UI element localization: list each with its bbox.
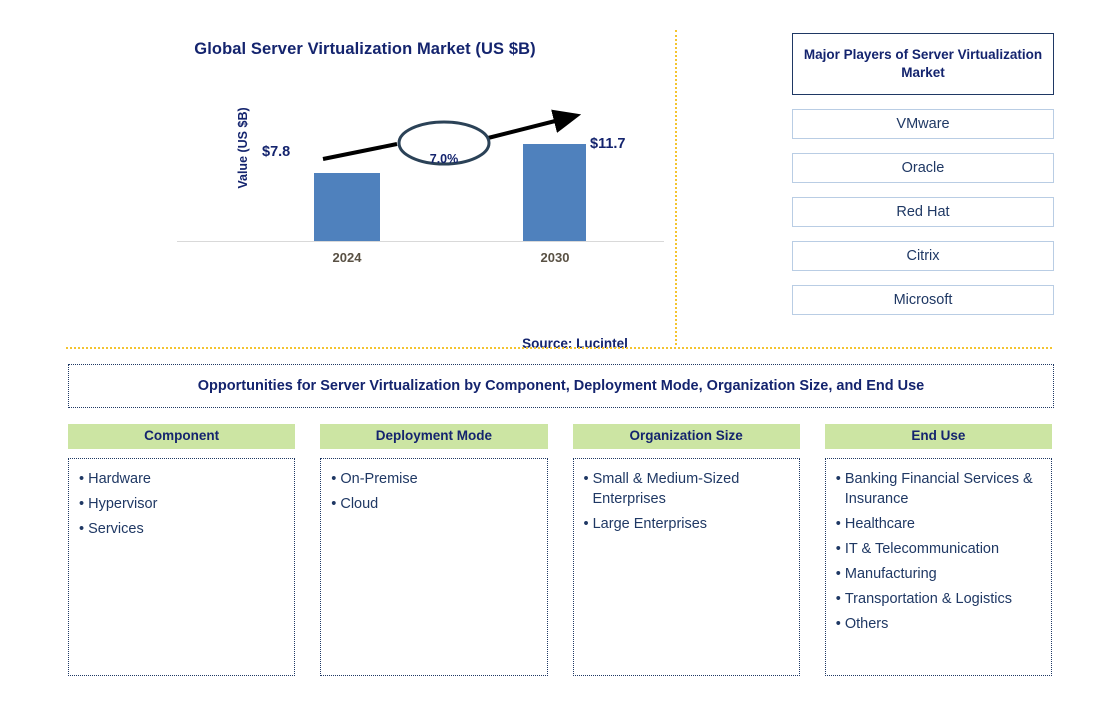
- major-players-header: Major Players of Server Virtualization M…: [792, 33, 1054, 96]
- growth-arrow-graphic: [322, 109, 582, 166]
- growth-arrow-segment-right: [487, 109, 582, 140]
- category-body-organization-size: Small & Medium-Sized Enterprises Large E…: [572, 458, 800, 676]
- category-header-end-use: End Use: [824, 424, 1052, 449]
- list-item: On-Premise: [331, 469, 536, 489]
- x-tick-label-2030: 2030: [540, 250, 570, 265]
- opportunities-banner: Opportunities for Server Virtualization …: [68, 364, 1054, 408]
- category-body-deployment-mode: On-Premise Cloud: [320, 458, 548, 676]
- bar-2024: [314, 173, 380, 241]
- list-item: Others: [836, 614, 1041, 634]
- category-header-organization-size: Organization Size: [572, 424, 800, 449]
- player-item-microsoft[interactable]: Microsoft: [792, 285, 1054, 316]
- cagr-label: 7.0%: [429, 152, 459, 166]
- list-item: Healthcare: [836, 514, 1041, 534]
- player-item-oracle[interactable]: Oracle: [792, 153, 1054, 184]
- category-header-component: Component: [68, 424, 296, 449]
- category-header-deployment-mode: Deployment Mode: [320, 424, 548, 449]
- growth-arrow-segment-left: [322, 142, 398, 161]
- data-label-2024: $7.8: [262, 144, 291, 160]
- player-item-citrix[interactable]: Citrix: [792, 241, 1054, 272]
- list-item: Hypervisor: [79, 494, 284, 514]
- list-item: Manufacturing: [836, 564, 1041, 584]
- list-item: Services: [79, 519, 284, 539]
- list-item: Large Enterprises: [584, 514, 789, 534]
- vertical-divider: [675, 30, 677, 345]
- category-column-component: Component Hardware Hypervisor Services: [68, 424, 296, 676]
- major-players-panel: Major Players of Server Virtualization M…: [792, 33, 1054, 316]
- chart-plot-area: 2024 2030 $7.8 $11.7 7.0%: [177, 16, 664, 316]
- category-column-end-use: End Use Banking Financial Services & Ins…: [824, 424, 1052, 676]
- list-item: IT & Telecommunication: [836, 539, 1041, 559]
- category-body-end-use: Banking Financial Services & Insurance H…: [824, 458, 1052, 676]
- market-chart-panel: Global Server Virtualization Market (US …: [60, 16, 670, 351]
- data-label-2030: $11.7: [590, 136, 626, 152]
- category-body-component: Hardware Hypervisor Services: [68, 458, 296, 676]
- player-item-vmware[interactable]: VMware: [792, 109, 1054, 140]
- category-column-organization-size: Organization Size Small & Medium-Sized E…: [572, 424, 800, 676]
- player-item-red-hat[interactable]: Red Hat: [792, 197, 1054, 228]
- list-item: Small & Medium-Sized Enterprises: [584, 469, 789, 509]
- segmentation-columns: Component Hardware Hypervisor Services D…: [68, 424, 1052, 676]
- category-column-deployment-mode: Deployment Mode On-Premise Cloud: [320, 424, 548, 676]
- list-item: Banking Financial Services & Insurance: [836, 469, 1041, 509]
- opportunities-banner-title: Opportunities for Server Virtualization …: [197, 378, 925, 394]
- x-tick-label-2024: 2024: [332, 250, 362, 265]
- infographic-page: Global Server Virtualization Market (US …: [0, 0, 1117, 723]
- list-item: Transportation & Logistics: [836, 589, 1041, 609]
- horizontal-divider: [66, 347, 1052, 349]
- list-item: Cloud: [331, 494, 536, 514]
- bar-2030: [523, 144, 586, 241]
- list-item: Hardware: [79, 469, 284, 489]
- x-axis-line: [177, 241, 664, 242]
